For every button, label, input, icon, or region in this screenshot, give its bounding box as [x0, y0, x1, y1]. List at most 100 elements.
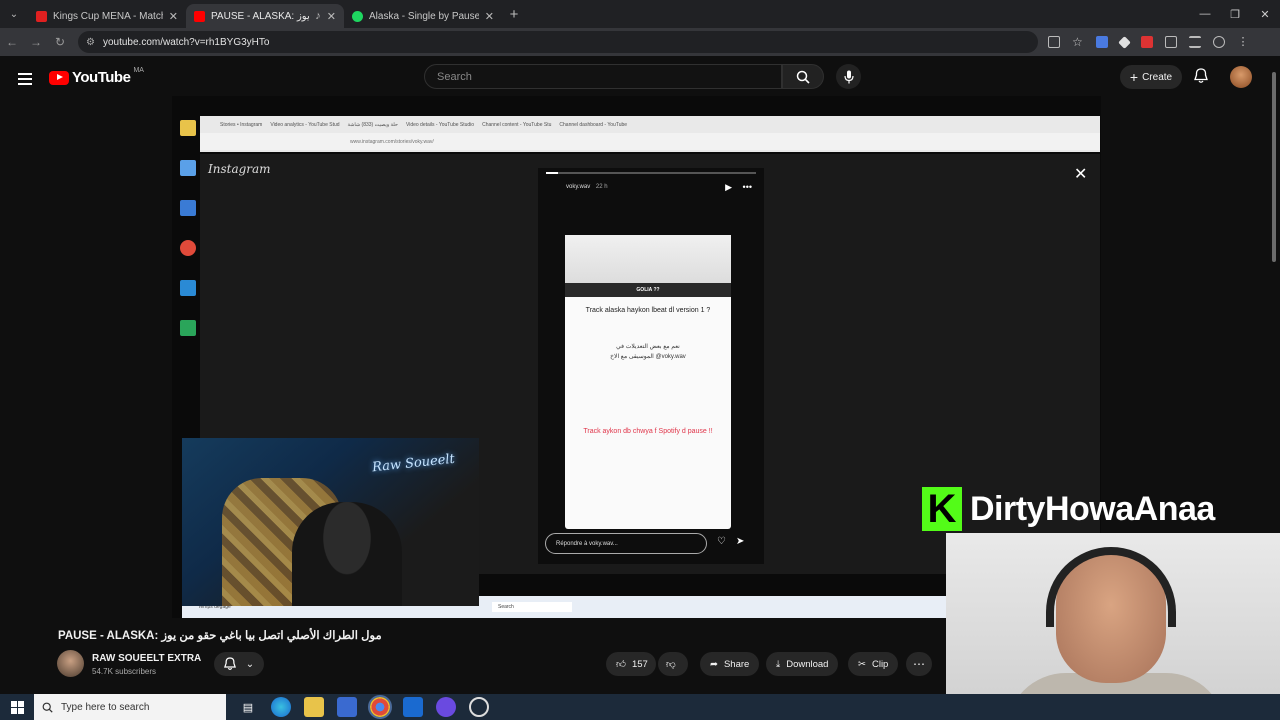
folder-icon [180, 120, 196, 136]
share-button[interactable]: ➦ Share [700, 652, 760, 676]
instagram-logo: Instagram [208, 162, 271, 176]
story-reply-actions: ♡ ➤ [717, 536, 744, 547]
subscribed-button[interactable]: ⌄ [214, 652, 264, 676]
voice-search-button[interactable] [836, 64, 861, 89]
kick-channel-name: DirtyHowaAnaa [970, 489, 1215, 528]
page-scrollbar[interactable] [1272, 60, 1278, 262]
back-icon[interactable]: ← [0, 35, 24, 49]
tab-kings-cup[interactable]: Kings Cup MENA - Matchda ✕ [28, 4, 186, 28]
story-reply-field: Répondre à voky.wav... [545, 533, 707, 554]
close-window-icon[interactable]: ✕ [1250, 0, 1280, 28]
subscriber-count: 54.7K subscribers [92, 667, 157, 676]
extensions-area: ☆ ⋮ [1048, 36, 1249, 49]
tab-search-icon[interactable]: ⌄ [0, 0, 28, 28]
browser-tab-strip: ⌄ Kings Cup MENA - Matchda ✕ PAUSE - ALA… [0, 0, 1280, 28]
reload-icon[interactable]: ↻ [48, 35, 72, 49]
tab-spotify[interactable]: Alaska - Single by Pause | Spoti ✕ [344, 4, 502, 28]
notifications-button[interactable] [1194, 68, 1208, 89]
extension-red-icon[interactable] [1141, 36, 1153, 48]
question-sticker-card: GOLIA ?? Track alaska haykon lbeat dl ve… [565, 235, 731, 529]
bookmark-star-icon[interactable]: ☆ [1072, 36, 1084, 48]
kick-logo-icon: K [922, 487, 962, 531]
app-icon[interactable] [469, 697, 489, 717]
download-button[interactable]: ⤓ Download [766, 652, 839, 676]
start-button[interactable] [0, 694, 34, 720]
reading-list-icon[interactable] [1189, 36, 1201, 48]
dislike-button[interactable]: 👎︎ [658, 652, 688, 676]
tab-youtube-video[interactable]: PAUSE - ALASKA: ﺣﻘﻮ ﻣﻦ ﻳﻮﺯ ♪ ✕ [186, 4, 344, 28]
search-input[interactable]: Search [424, 64, 782, 89]
tab-audio-icon[interactable]: ♪ [315, 10, 321, 22]
extension-icon[interactable] [1118, 36, 1131, 49]
edge-desktop-icon [180, 280, 196, 296]
profile-icon[interactable] [1213, 36, 1225, 48]
thumbs-up-icon: 👍︎ [616, 659, 626, 670]
browser-toolbar: ← → ↻ ⚙ youtube.com/watch?v=rh1BYG3yHTo … [0, 28, 1280, 56]
inner-desktop-icons [174, 96, 202, 436]
extensions-puzzle-icon[interactable] [1165, 36, 1177, 48]
taskbar-search[interactable]: Type here to search [34, 694, 226, 720]
file-explorer-icon[interactable] [304, 697, 324, 717]
thumbs-down-icon: 👎︎ [666, 659, 676, 670]
story-user: voky.wav 22 h [566, 184, 608, 190]
edge-icon[interactable] [271, 697, 291, 717]
hamburger-menu-icon[interactable] [18, 70, 32, 88]
inner-tab-title: ﺣﻠﺔ ﻭﻳﺼﻴﺖ (833) ﺷﺎﺷﺔ [347, 121, 398, 128]
account-avatar[interactable] [1230, 66, 1252, 88]
story-controls: ▶ ••• [725, 182, 752, 193]
question-tag: GOLIA ?? [565, 283, 731, 297]
clip-button[interactable]: ✂ Clip [848, 652, 899, 676]
obs-icon[interactable] [436, 697, 456, 717]
chrome-menu-icon[interactable]: ⋮ [1237, 36, 1249, 48]
address-bar[interactable]: ⚙ youtube.com/watch?v=rh1BYG3yHTo [78, 31, 1038, 53]
story-time: 22 h [595, 184, 608, 190]
channel-avatar[interactable] [57, 650, 84, 677]
kick-branding: K DirtyHowaAnaa [922, 487, 1215, 531]
desktop-app-icon [180, 200, 196, 216]
more-horizontal-icon: ⋯ [913, 657, 925, 671]
new-tab-button[interactable]: + [502, 6, 526, 23]
translate-extension-icon[interactable] [1096, 36, 1108, 48]
arabic-answer-line: ﻧﻌﻢ ﻣﻊ ﺑﻌﺾ ﺍﻟﺘﻌﺪﻳﻼﺕ ﻓﻲ [616, 344, 680, 350]
task-view-icon[interactable]: ▤ [238, 697, 258, 717]
neon-sign: Raw Soueelt [371, 451, 456, 476]
inner-tab-title: Channel dashboard - YouTube [559, 121, 628, 128]
tab-close-icon[interactable]: ✕ [327, 10, 336, 23]
inner-tab-title: Video analytics - YouTube Stud [270, 121, 340, 128]
outlook-icon[interactable] [403, 697, 423, 717]
create-label: Create [1142, 71, 1173, 83]
inner-browser-tabs: Stories • Instagram Video analytics - Yo… [200, 116, 1100, 152]
tab-title: Kings Cup MENA - Matchda [53, 10, 163, 22]
store-icon[interactable] [337, 697, 357, 717]
channel-name[interactable]: RAW SOUEELT EXTRA [92, 653, 201, 664]
like-button[interactable]: 👍︎ 157 [606, 652, 656, 676]
chrome-icon[interactable] [368, 695, 392, 719]
search-button[interactable] [782, 64, 824, 89]
story-close-icon: ✕ [1074, 166, 1088, 183]
inner-tab-title: Channel content - YouTube Stu [482, 121, 552, 128]
more-actions-button[interactable]: ⋯ [906, 652, 932, 676]
share-icon: ➦ [710, 658, 718, 670]
tab-close-icon[interactable]: ✕ [169, 10, 178, 23]
plus-icon: + [1129, 69, 1139, 85]
inner-tab-title: Stories • Instagram [220, 121, 263, 128]
forward-icon[interactable]: → [24, 35, 48, 49]
site-info-icon[interactable]: ⚙ [86, 37, 95, 48]
chevron-down-icon: ⌄ [245, 658, 255, 670]
minimize-icon[interactable]: — [1190, 0, 1220, 28]
window-controls: — ❐ ✕ [1190, 0, 1280, 28]
restore-icon[interactable]: ❐ [1220, 0, 1250, 28]
youtube-logo[interactable]: YouTube MA [49, 67, 144, 86]
send-icon: ➤ [735, 536, 745, 547]
tab-close-icon[interactable]: ✕ [485, 10, 494, 23]
headphones-shape [1046, 547, 1176, 627]
person-shape [292, 502, 402, 606]
bell-icon [223, 657, 236, 670]
create-button[interactable]: + Create [1120, 65, 1182, 89]
card-header [565, 235, 731, 283]
install-app-icon[interactable] [1048, 36, 1060, 48]
tab-favicon-icon [36, 10, 47, 22]
like-count: 157 [631, 658, 648, 670]
taskbar-pinned-apps: ▤ [238, 695, 489, 719]
search-icon [796, 70, 810, 84]
